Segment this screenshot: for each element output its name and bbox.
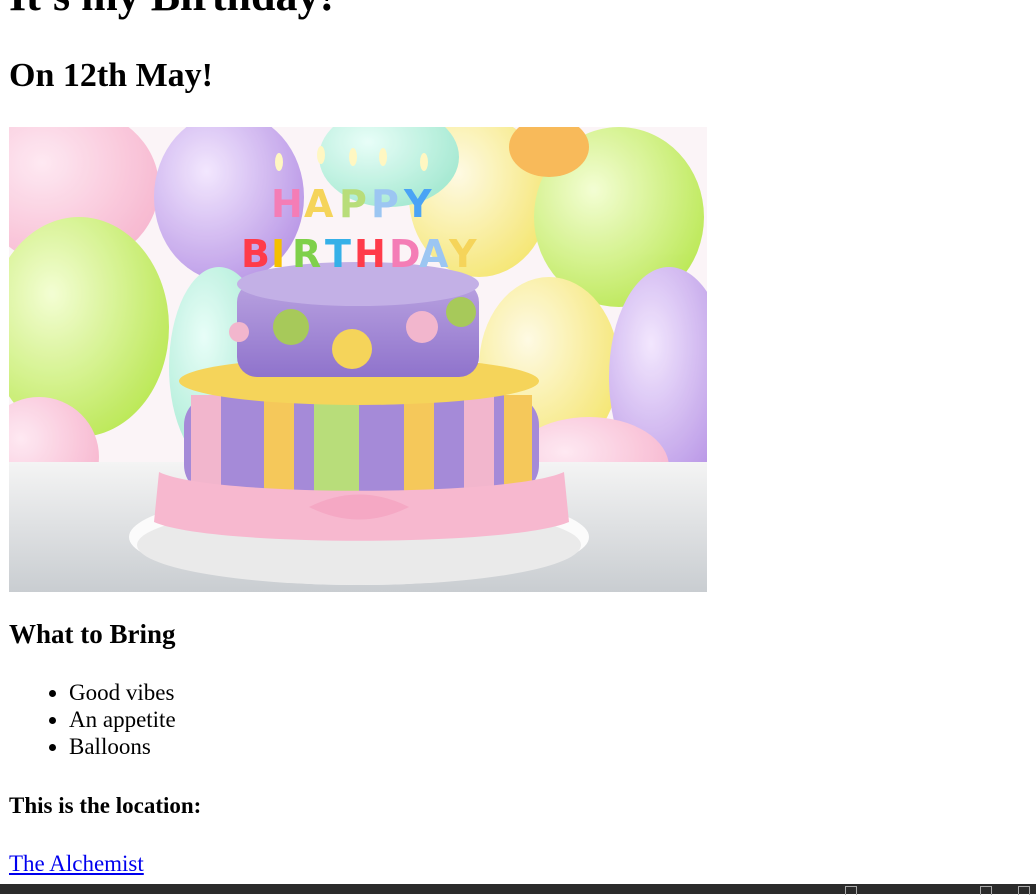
svg-text:H: H <box>271 182 303 226</box>
list-item: Balloons <box>69 733 176 760</box>
page-subtitle: On 12th May! <box>9 57 213 94</box>
svg-text:H: H <box>354 232 386 276</box>
location-link[interactable]: The Alchemist <box>9 850 144 878</box>
svg-text:A: A <box>304 182 334 226</box>
svg-text:R: R <box>292 232 321 276</box>
svg-text:P: P <box>339 182 367 226</box>
svg-text:P: P <box>371 182 399 226</box>
svg-text:Y: Y <box>448 232 477 276</box>
svg-text:A: A <box>419 232 449 276</box>
svg-text:B: B <box>241 232 270 276</box>
bring-list: Good vibes An appetite Balloons <box>9 679 176 760</box>
svg-text:D: D <box>389 232 421 276</box>
list-item: An appetite <box>69 706 176 733</box>
svg-text:T: T <box>325 232 351 276</box>
birthday-cake-image: H A P P Y B I R T H D A Y <box>9 127 707 592</box>
what-to-bring-heading: What to Bring <box>9 619 176 649</box>
page-title: It's my Birthday! <box>9 0 334 23</box>
svg-text:Y: Y <box>403 182 432 226</box>
taskbar <box>0 884 1036 895</box>
list-item: Good vibes <box>69 679 176 706</box>
location-label: This is the location: <box>9 793 202 818</box>
svg-text:I: I <box>271 232 285 276</box>
